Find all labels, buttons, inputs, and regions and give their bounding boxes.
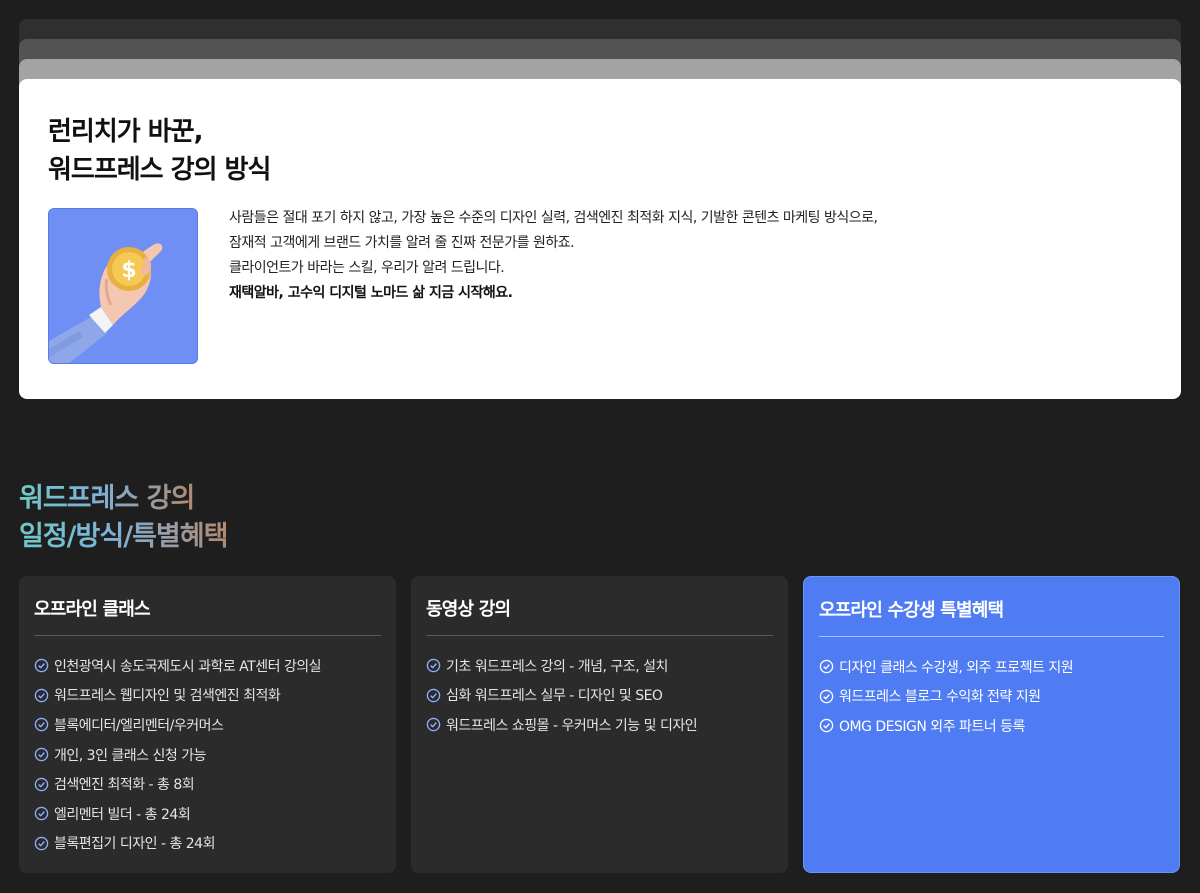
list-item-text: 엘리멘터 빌더 - 총 24회: [54, 806, 191, 823]
list-item-text: 디자인 클래스 수강생, 외주 프로젝트 지원: [839, 659, 1074, 676]
section-title: 워드프레스 강의 일정/방식/특별혜택: [19, 480, 228, 556]
list-item: 워드프레스 웹디자인 및 검색엔진 최적화: [34, 681, 381, 711]
list-item-text: 블록편집기 디자인 - 총 24회: [54, 836, 215, 853]
card-title: 오프라인 클래스: [34, 596, 381, 636]
list-item-text: 개인, 3인 클래스 신청 가능: [54, 747, 206, 764]
card-list: 기초 워드프레스 강의 - 개념, 구조, 설치 심화 워드프레스 실무 - 디…: [426, 651, 773, 740]
list-item: 기초 워드프레스 강의 - 개념, 구조, 설치: [426, 651, 773, 681]
card-title: 동영상 강의: [426, 596, 773, 636]
list-item-text: 워드프레스 블로그 수익화 전략 지원: [839, 689, 1041, 706]
check-circle-icon: [819, 719, 834, 733]
offline-class-card: 오프라인 클래스 인천광역시 송도국제도시 과학로 AT센터 강의실 워드프레스…: [19, 576, 396, 873]
hero-paragraph: 클라이언트가 바라는 스킬, 우리가 알려 드립니다.: [229, 260, 505, 276]
card-title: 오프라인 수강생 특별혜택: [819, 597, 1164, 637]
hero-title: 런리치가 바꾼, 워드프레스 강의 방식: [48, 113, 271, 189]
hero-card: 런리치가 바꾼, 워드프레스 강의 방식 $ 사람들은 절대 포기 하지 않고,…: [19, 79, 1181, 399]
hero-title-line1: 런리치가 바꾼,: [48, 117, 203, 147]
list-item-text: 블록에디터/엘리멘터/우커머스: [54, 717, 224, 734]
list-item-text: 심화 워드프레스 실무 - 디자인 및 SEO: [446, 688, 663, 705]
list-item-text: OMG DESIGN 외주 파트너 등록: [839, 718, 1025, 735]
check-circle-icon: [426, 659, 441, 673]
check-circle-icon: [34, 747, 49, 762]
svg-text:$: $: [121, 258, 136, 283]
list-item: 심화 워드프레스 실무 - 디자인 및 SEO: [426, 681, 773, 711]
card-list: 디자인 클래스 수강생, 외주 프로젝트 지원 워드프레스 블로그 수익화 전략…: [819, 652, 1164, 741]
check-circle-icon: [34, 836, 49, 851]
check-circle-icon: [819, 660, 834, 674]
list-item-text: 인천광역시 송도국제도시 과학로 AT센터 강의실: [54, 658, 322, 675]
hero-paragraph: 사람들은 절대 포기 하지 않고, 가장 높은 수준의 디자인 실력, 검색엔진…: [229, 210, 878, 226]
hero-bold-line: 재택알바, 고수익 디지털 노마드 삶 지금 시작해요.: [229, 285, 513, 301]
coin-hand-illustration-icon: $: [48, 208, 198, 364]
check-circle-icon: [819, 689, 834, 704]
check-circle-icon: [34, 777, 49, 791]
list-item-text: 검색엔진 최적화 - 총 8회: [54, 777, 195, 794]
list-item: 엘리멘터 빌더 - 총 24회: [34, 799, 381, 829]
check-circle-icon: [426, 688, 441, 703]
check-circle-icon: [34, 807, 49, 821]
list-item: 블록에디터/엘리멘터/우커머스: [34, 710, 381, 740]
special-benefits-card: 오프라인 수강생 특별혜택 디자인 클래스 수강생, 외주 프로젝트 지원 워드…: [803, 576, 1180, 873]
section-title-line2: 일정/방식/특별혜택: [19, 518, 228, 556]
hero-title-line2: 워드프레스 강의 방식: [48, 155, 271, 185]
list-item-text: 기초 워드프레스 강의 - 개념, 구조, 설치: [446, 658, 668, 675]
check-circle-icon: [34, 718, 49, 732]
list-item-text: 워드프레스 웹디자인 및 검색엔진 최적화: [54, 688, 281, 705]
hero-description: 사람들은 절대 포기 하지 않고, 가장 높은 수준의 디자인 실력, 검색엔진…: [229, 206, 1129, 306]
list-item: 검색엔진 최적화 - 총 8회: [34, 769, 381, 799]
list-item: 디자인 클래스 수강생, 외주 프로젝트 지원: [819, 652, 1164, 682]
list-item: 워드프레스 블로그 수익화 전략 지원: [819, 682, 1164, 712]
hero-paragraph: 잠재적 고객에게 브랜드 가치를 알려 줄 진짜 전문가를 원하죠.: [229, 235, 575, 251]
list-item: 개인, 3인 클래스 신청 가능: [34, 740, 381, 770]
check-circle-icon: [34, 659, 49, 673]
check-circle-icon: [426, 718, 441, 732]
list-item: 워드프레스 쇼핑몰 - 우커머스 기능 및 디자인: [426, 710, 773, 740]
video-lecture-card: 동영상 강의 기초 워드프레스 강의 - 개념, 구조, 설치 심화 워드프레스…: [411, 576, 788, 873]
card-list: 인천광역시 송도국제도시 과학로 AT센터 강의실 워드프레스 웹디자인 및 검…: [34, 651, 381, 858]
list-item: OMG DESIGN 외주 파트너 등록: [819, 711, 1164, 741]
list-item-text: 워드프레스 쇼핑몰 - 우커머스 기능 및 디자인: [446, 717, 698, 734]
check-circle-icon: [34, 688, 49, 703]
section-title-line1: 워드프레스 강의: [19, 480, 195, 518]
list-item: 인천광역시 송도국제도시 과학로 AT센터 강의실: [34, 651, 381, 681]
list-item: 블록편집기 디자인 - 총 24회: [34, 829, 381, 859]
